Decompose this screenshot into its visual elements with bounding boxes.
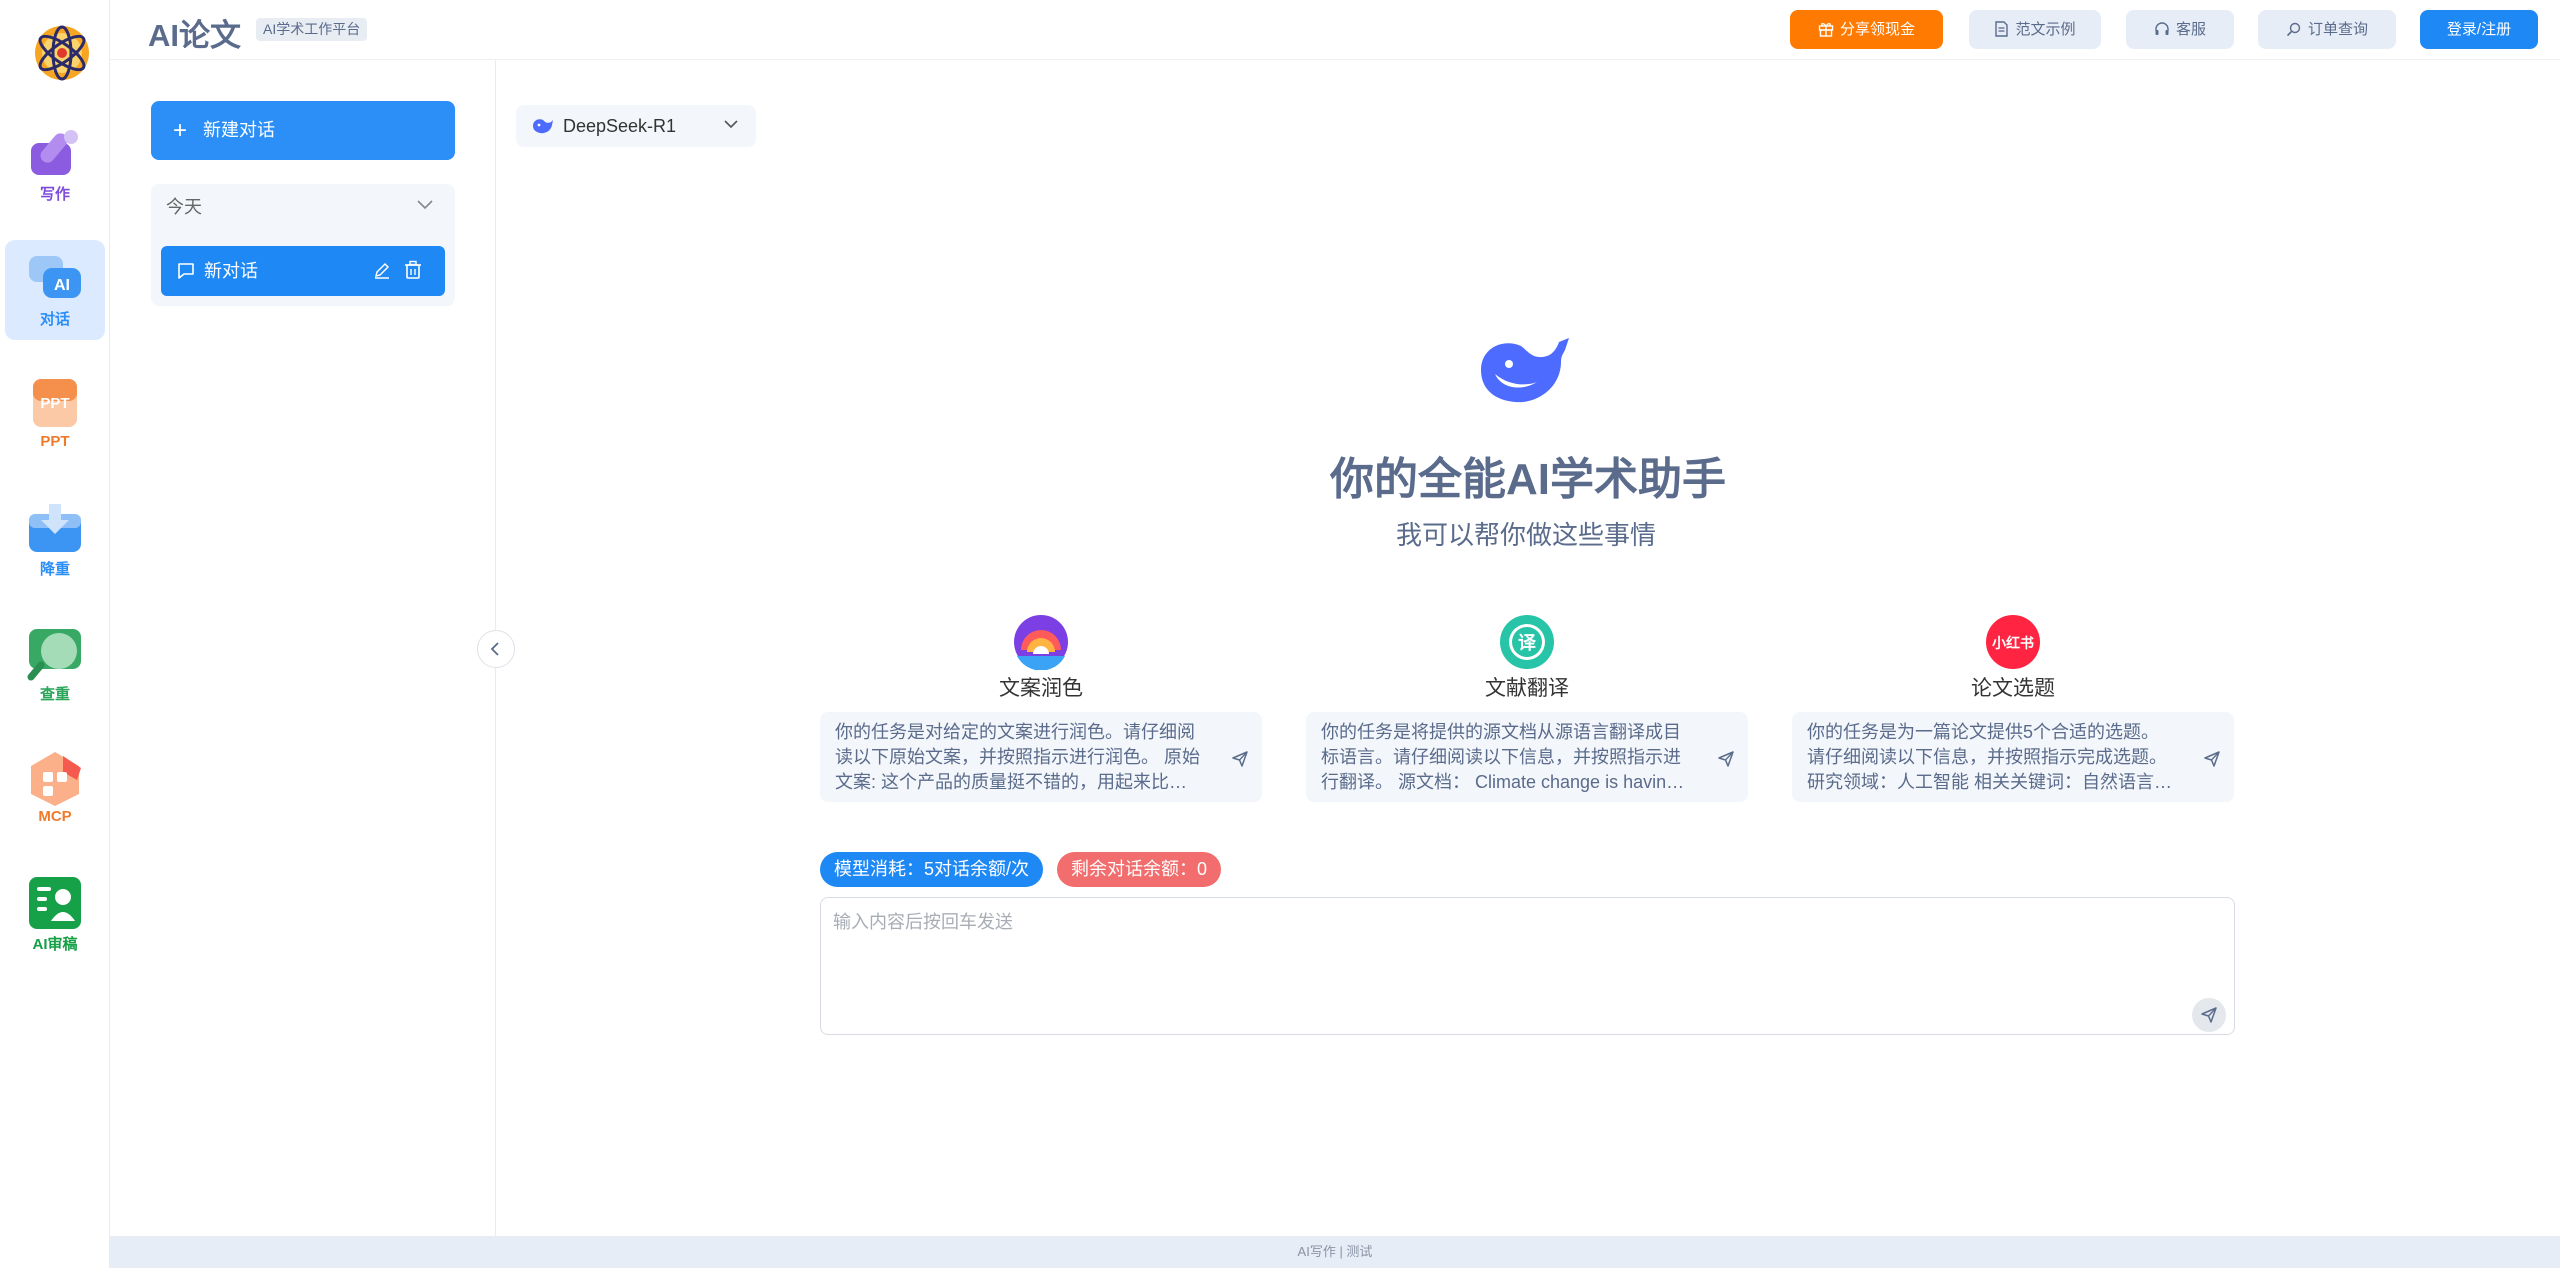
deepseek-whale-logo-icon <box>1481 338 1569 403</box>
order-query-button[interactable]: 订单查询 <box>2258 10 2396 49</box>
chevron-down-icon <box>417 200 433 210</box>
group-header[interactable]: 今天 <box>151 184 455 230</box>
conversation-title: 新对话 <box>204 261 258 281</box>
edit-icon[interactable] <box>373 261 391 279</box>
send-icon[interactable] <box>2203 750 2221 768</box>
send-icon[interactable] <box>1231 750 1249 768</box>
xiaohongshu-icon: 小红书 <box>1986 615 2040 669</box>
remaining-balance-badge: 剩余对话余额：0 <box>1057 852 1222 887</box>
send-icon[interactable] <box>1717 750 1735 768</box>
new-chat-button[interactable]: + 新建对话 <box>151 101 455 160</box>
customer-service-button[interactable]: 客服 <box>2126 10 2234 49</box>
document-icon <box>1995 21 2009 37</box>
sample-label: 范文示例 <box>2015 21 2076 38</box>
card-title: 文案润色 <box>999 677 1083 700</box>
rail-label: MCP <box>38 808 72 825</box>
svg-text:译: 译 <box>1518 633 1537 654</box>
footer: AI写作 | 测试 <box>110 1236 2560 1268</box>
send-button[interactable] <box>2192 998 2226 1032</box>
rail-item-chat[interactable]: AI 对话 <box>5 240 105 340</box>
rail-label: 写作 <box>39 186 70 203</box>
brand-title: AI论文 <box>148 18 241 53</box>
rail-item-check[interactable]: 查重 <box>5 615 105 715</box>
message-input[interactable] <box>833 908 2173 1018</box>
model-selector[interactable]: DeepSeek-R1 <box>516 105 756 147</box>
trash-icon[interactable] <box>404 260 422 280</box>
conversation-item[interactable]: 新对话 <box>161 246 445 296</box>
card-prompt[interactable]: 你的任务是将提供的源文档从源语言翻译成目标语言。请仔细阅读以下信息，并按照指示进… <box>1306 712 1748 802</box>
conversation-panel: + 新建对话 今天 <box>110 60 496 1236</box>
login-register-button[interactable]: 登录/注册 <box>2420 10 2538 49</box>
mcp-icon <box>31 752 81 806</box>
order-label: 订单查询 <box>2307 21 2368 38</box>
card-title: 论文选题 <box>1971 677 2055 700</box>
group-label: 今天 <box>166 197 202 217</box>
chevron-left-icon <box>490 642 499 656</box>
card-title: 文献翻译 <box>1485 677 1569 700</box>
svg-text:小红书: 小红书 <box>1992 635 2034 652</box>
rail-item-mcp[interactable]: MCP <box>5 740 105 840</box>
rail-item-write[interactable]: 写作 <box>5 115 105 215</box>
chat-bubble-icon <box>178 263 194 279</box>
ppt-icon: PPT <box>33 379 77 427</box>
pen-icon <box>31 130 78 175</box>
share-label: 分享领现金 <box>1839 21 1915 38</box>
send-icon <box>2201 1007 2217 1023</box>
brand-tag: AI学术工作平台 <box>256 18 368 41</box>
rainbow-icon <box>1014 615 1068 670</box>
plus-icon: + <box>173 117 188 144</box>
card-prompt[interactable]: 你的任务是对给定的文案进行润色。请仔细阅读以下原始文案，并按照指示进行润色。 原… <box>820 712 1262 802</box>
magnifier-icon <box>27 629 81 681</box>
rail-label: 对话 <box>39 311 70 328</box>
card-prompt[interactable]: 你的任务是为一篇论文提供5个合适的选题。请仔细阅读以下信息，并按照指示完成选题。… <box>1792 712 2234 802</box>
service-label: 客服 <box>2175 21 2206 38</box>
app-logo-icon[interactable] <box>30 20 94 86</box>
rail-label: 降重 <box>39 561 70 578</box>
hero-title: 你的全能AI学术助手 <box>1330 455 1726 504</box>
hero-subtitle: 我可以帮你做这些事情 <box>1395 520 1656 550</box>
chevron-down-icon <box>724 120 738 129</box>
card-text: 你的任务是将提供的源文档从源语言翻译成目标语言。请仔细阅读以下信息，并按照指示进… <box>1321 722 1681 792</box>
svg-text:PPT: PPT <box>40 395 69 412</box>
svg-text:AI: AI <box>54 277 70 294</box>
sample-essays-button[interactable]: 范文示例 <box>1969 10 2101 49</box>
reviewer-icon <box>29 877 81 929</box>
rail-label: 查重 <box>39 686 70 703</box>
link-search-icon <box>2286 22 2301 37</box>
gift-icon <box>1818 23 1834 37</box>
rail-item-review[interactable]: AI审稿 <box>5 865 105 965</box>
chat-ai-icon: AI <box>29 256 81 298</box>
message-composer <box>820 897 2235 1035</box>
translate-icon: 译 <box>1500 615 1554 669</box>
rail-label: AI审稿 <box>32 936 78 953</box>
download-tray-icon <box>29 504 81 552</box>
card-text: 你的任务是为一篇论文提供5个合适的选题。请仔细阅读以下信息，并按照指示完成选题。… <box>1807 722 2172 792</box>
new-chat-label: 新建对话 <box>203 120 275 140</box>
model-name: DeepSeek-R1 <box>563 116 677 136</box>
model-cost-badge: 模型消耗：5对话余额/次 <box>820 852 1044 887</box>
app-rail: 写作 AI 对话 PPT PPT 降重 查重 MCP AI审稿 <box>0 0 110 1268</box>
deepseek-whale-icon <box>533 119 553 134</box>
collapse-sidebar-button[interactable] <box>477 630 515 668</box>
card-text: 你的任务是对给定的文案进行润色。请仔细阅读以下原始文案，并按照指示进行润色。 原… <box>835 722 1200 792</box>
share-cash-button[interactable]: 分享领现金 <box>1790 10 1943 49</box>
top-header: AI论文 AI学术工作平台 分享领现金 范文示例 客服 订单查询 登录/注册 <box>110 0 2560 60</box>
headset-icon <box>2155 22 2169 35</box>
